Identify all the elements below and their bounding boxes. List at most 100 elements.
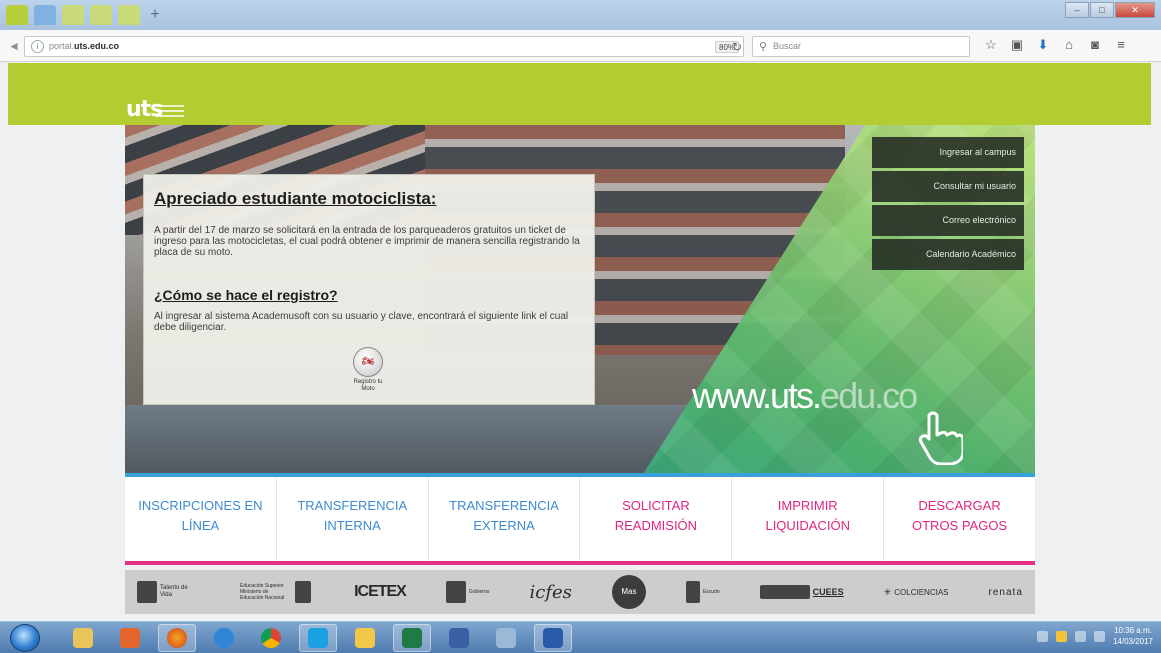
url-domain: uts.edu.co [74,41,120,51]
tray-network-icon[interactable] [1074,630,1086,642]
browser-tab[interactable] [118,5,140,25]
taskbar-word[interactable] [534,624,572,652]
browser-tab[interactable] [6,5,28,25]
minimize-icon[interactable]: – [1065,2,1089,18]
quick-links-menu: Ingresar al campus Consultar mi usuario … [872,137,1024,273]
partner-logo-renata[interactable]: renata [989,577,1023,607]
new-tab-icon[interactable]: + [146,5,164,25]
notice-paragraph-2: Al ingresar al sistema Academusoft con s… [154,311,569,333]
browser-tabs: + [6,5,164,25]
partner-logo-cuees[interactable]: CUEES [759,577,844,607]
url-prefix: portal. [49,41,75,51]
link-line1: TRANSFERENCIA [297,498,408,513]
tray-warning-icon[interactable] [1055,630,1067,642]
register-moto-button[interactable]: 🏍 Registro tu Moto [350,347,386,399]
link-line2: INTERNA [323,518,381,533]
partner-logo-gobierno[interactable]: Gobierno [445,577,490,607]
link-transferencia-interna[interactable]: TRANSFERENCIA INTERNA [277,477,429,561]
start-button[interactable] [10,624,40,652]
search-icon: ⚲ [759,41,768,53]
partner-logo-icfes[interactable]: icfes [530,577,572,607]
partner-name: Educación Superior Ministerio de Educaci… [240,583,285,601]
partner-name: Gobierno [468,589,490,595]
browser-tab[interactable] [90,5,112,25]
taskbar-chrome[interactable] [252,624,290,652]
taskbar-media[interactable] [440,624,478,652]
link-solicitar-readmision[interactable]: SOLICITAR READMISIÓN [580,477,733,561]
site-url-tail: edu.co [820,375,918,416]
home-icon[interactable]: ⌂ [1062,37,1076,53]
address-bar[interactable]: i portal.uts.edu.co 80% [24,36,744,57]
partner-circle-icon: Mas [611,575,646,609]
link-line1: INSCRIPCIONES EN [138,498,263,513]
taskbar-tools[interactable] [487,624,525,652]
taskbar-excel[interactable] [393,624,431,652]
partner-logo-talento[interactable]: Talento de Vida [137,577,200,607]
register-moto-label: Registro tu Moto [353,379,383,392]
taskbar-office[interactable] [111,624,149,652]
reload-icon[interactable]: ↻ [732,40,742,54]
download-icon[interactable]: ⬇ [1036,37,1050,53]
link-line1: DESCARGAR [918,498,1001,513]
link-imprimir-liquidacion[interactable]: IMPRIMIR LIQUIDACIÓN [732,477,885,561]
search-input[interactable]: ⚲ Buscar [752,36,970,57]
taskbar-skype[interactable] [299,624,337,652]
partner-name: Escudo [702,589,720,595]
tray-volume-icon[interactable] [1093,630,1105,642]
menu-icon[interactable]: ≡ [1114,37,1128,53]
taskbar-ie[interactable] [205,624,243,652]
clock-date: 14/03/2017 [1112,637,1153,646]
tools-icon [496,628,516,648]
taskbar-paint[interactable] [346,624,384,652]
browser-navbar: ◄ i portal.uts.edu.co 80% ↻ ⚲ Buscar ☆ ▣… [0,30,1161,62]
browser-titlebar: + – □ ✕ [0,0,1161,30]
partner-logo-icetex[interactable]: ICETEX [354,577,407,607]
close-icon[interactable]: ✕ [1115,2,1155,18]
partner-logo-mas[interactable]: Mas [611,575,646,609]
site-info-icon[interactable]: i [31,40,44,53]
site-url-main: www.uts. [692,375,822,416]
quick-link-correo[interactable]: Correo electrónico [872,205,1024,236]
hero-banner: Ingresar al campus Consultar mi usuario … [125,125,1035,479]
chrome-icon [261,628,281,648]
notice-subtitle: ¿Cómo se hace el registro? [154,287,338,303]
maximize-icon[interactable]: □ [1090,2,1114,18]
clipboard-icon[interactable]: ▣ [1010,37,1024,53]
tray-language-icon[interactable] [1036,630,1048,642]
word-icon [543,628,563,648]
link-line1: IMPRIMIR [777,498,838,513]
quick-link-calendario[interactable]: Calendario Académico [872,239,1024,270]
browser-toolbar: ☆ ▣ ⬇ ⌂ ◙ ≡ [984,37,1128,53]
pink-divider [125,561,1035,565]
notice-paragraph-1: A partir del 17 de marzo se solicitará e… [154,225,580,258]
link-inscripciones[interactable]: INSCRIPCIONES EN LÍNEA [125,477,277,561]
link-transferencia-externa[interactable]: TRANSFERENCIA EXTERNA [429,477,581,561]
quick-link-usuario[interactable]: Consultar mi usuario [872,171,1024,202]
internet-explorer-icon [214,628,234,648]
coat-of-arms-icon [295,581,312,603]
paint-icon [355,628,375,648]
quick-link-campus[interactable]: Ingresar al campus [872,137,1024,168]
taskbar-firefox[interactable] [158,624,196,652]
partner-name: renata [988,586,1023,598]
partner-logo-colciencias[interactable]: ✳ COLCIENCIAS [884,577,949,607]
bookmark-star-icon[interactable]: ☆ [984,37,998,53]
partner-logo-mineducacion[interactable]: Educación Superior Ministerio de Educaci… [240,577,314,607]
media-player-icon [449,628,469,648]
skype-icon [308,628,328,648]
link-line2: LIQUIDACIÓN [765,518,850,533]
taskbar-clock[interactable]: 10:36 a.m. 14/03/2017 [1113,625,1153,647]
taskbar-explorer[interactable] [64,624,102,652]
site-url-banner: www.uts.edu.co [692,375,918,417]
browser-tab[interactable] [34,5,56,25]
back-arrow-icon[interactable]: ◄ [6,38,22,54]
partner-name: COLCIENCIAS [894,587,949,597]
search-placeholder: Buscar [773,41,802,51]
partner-logo-escudo[interactable]: Escudo [685,577,720,607]
excel-icon [402,628,422,648]
link-descargar-pagos[interactable]: DESCARGAR OTROS PAGOS [884,477,1035,561]
pocket-icon[interactable]: ◙ [1088,37,1102,53]
firefox-icon [167,628,187,648]
browser-tab[interactable] [62,5,84,25]
link-line2: LÍNEA [181,518,220,533]
